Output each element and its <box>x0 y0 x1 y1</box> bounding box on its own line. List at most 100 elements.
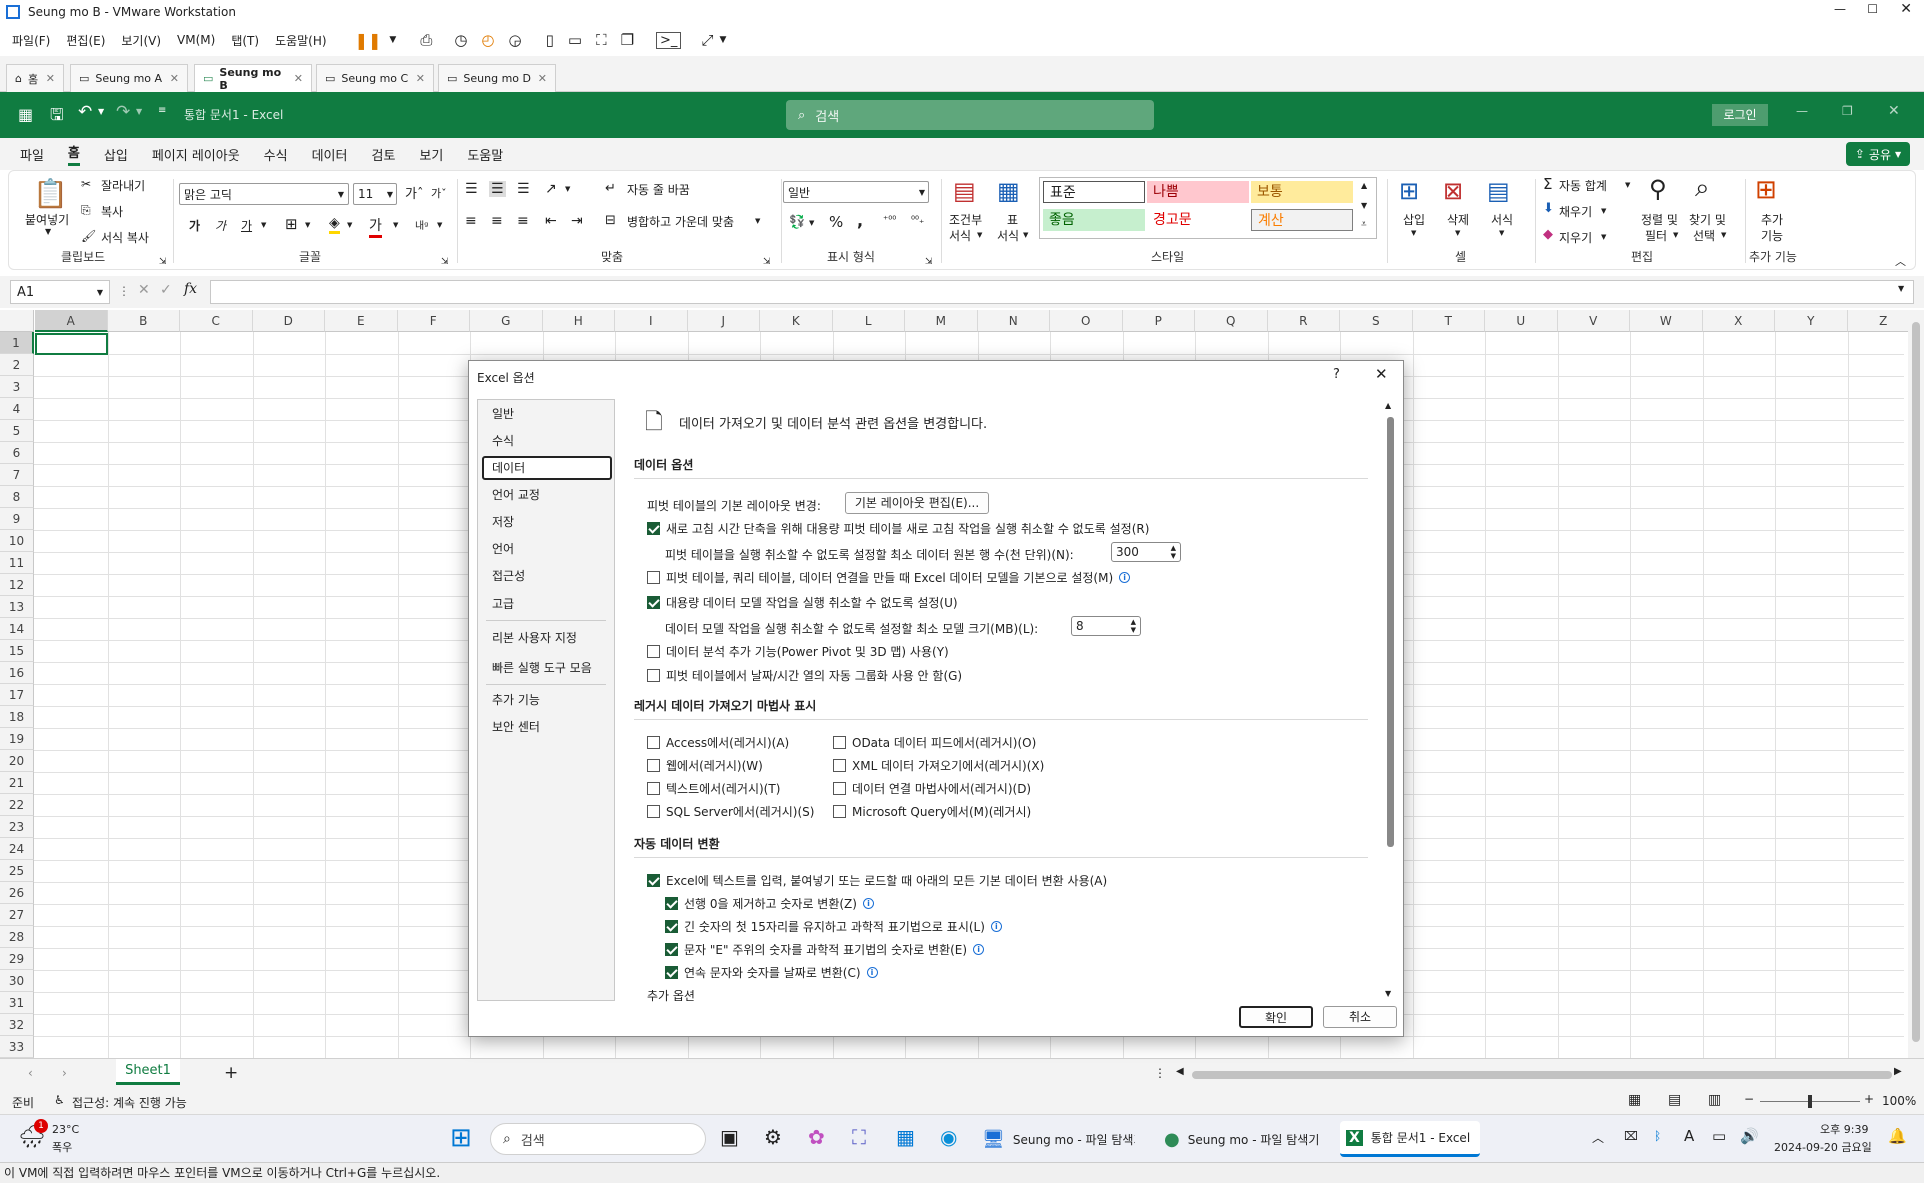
row-header[interactable]: 4 <box>0 398 34 420</box>
nav-data[interactable]: 데이터 <box>482 456 612 480</box>
chevron-down-icon[interactable]: ▼ <box>98 107 104 116</box>
legacy-data-connection[interactable]: 데이터 연결 마법사에서(레거시)(D) <box>833 780 1031 797</box>
prev-sheet-icon[interactable]: ‹ <box>28 1066 33 1080</box>
column-header[interactable]: J <box>687 310 760 332</box>
row-header[interactable]: 1 <box>0 332 34 354</box>
tab-file[interactable]: 파일 <box>20 145 44 164</box>
increase-decimal-icon[interactable]: ⁺⁰⁰ <box>883 215 896 226</box>
copy-icon[interactable]: ⎘ <box>81 203 91 218</box>
row-header[interactable]: 12 <box>0 574 34 596</box>
ok-button[interactable]: 확인 <box>1239 1006 1313 1028</box>
increase-indent-icon[interactable]: ⇥ <box>571 213 583 229</box>
notification-icon[interactable]: 🔔 <box>1888 1127 1907 1145</box>
dialog-launcher-icon[interactable]: ⇲ <box>159 257 167 267</box>
checkbox-unchecked-icon[interactable] <box>647 759 660 772</box>
clear-button[interactable]: 지우기 <box>1559 229 1592 246</box>
auto-conversion-main[interactable]: Excel에 텍스트를 입력, 붙여넣기 또는 로드할 때 아래의 모든 기본 … <box>647 872 1107 889</box>
edge-icon[interactable]: ◉ <box>940 1125 957 1149</box>
row-header[interactable]: 16 <box>0 662 34 684</box>
row-header[interactable]: 17 <box>0 684 34 706</box>
checkbox-checked-icon[interactable] <box>665 920 678 933</box>
column-header[interactable]: G <box>470 310 543 332</box>
taskbar-app-excel[interactable]: X 통합 문서1 - Excel <box>1340 1121 1480 1157</box>
checkbox-checked-icon[interactable] <box>665 943 678 956</box>
gallery-scroll-down-icon[interactable]: ▼ <box>1361 201 1367 210</box>
chevron-down-icon[interactable]: ▼ <box>1601 233 1606 241</box>
border-icon[interactable]: ⊞ <box>285 215 298 233</box>
row-header[interactable]: 25 <box>0 860 34 882</box>
format-painter-button[interactable]: 서식 복사 <box>101 229 149 246</box>
dialog-launcher-icon[interactable]: ⇲ <box>441 257 449 267</box>
tab-formulas[interactable]: 수식 <box>264 145 288 164</box>
chevron-down-icon[interactable]: ▼ <box>347 221 352 229</box>
legacy-odata[interactable]: OData 데이터 피드에서(레거시)(O) <box>833 734 1036 751</box>
find-select-label-1[interactable]: 찾기 및 <box>1689 211 1726 228</box>
checkbox-unchecked-icon[interactable] <box>647 645 660 658</box>
column-header[interactable]: I <box>615 310 688 332</box>
cancel-button[interactable]: 취소 <box>1323 1006 1397 1028</box>
gallery-more-icon[interactable]: ⩡ <box>1361 219 1367 230</box>
network-icon[interactable]: ▭ <box>1712 1127 1726 1145</box>
redo-icon[interactable]: ↷ <box>116 102 130 122</box>
column-header[interactable]: P <box>1122 310 1195 332</box>
info-icon[interactable]: i <box>973 944 985 955</box>
row-header[interactable]: 5 <box>0 420 34 442</box>
accounting-format-icon[interactable]: 💱 <box>789 215 805 230</box>
chevron-down-icon[interactable]: ▼ <box>977 231 982 239</box>
row-header[interactable]: 30 <box>0 970 34 992</box>
style-calculation[interactable]: 계산 <box>1251 209 1353 231</box>
column-header[interactable]: C <box>180 310 253 332</box>
increase-font-icon[interactable]: 가ˆ <box>405 183 423 202</box>
column-header[interactable]: T <box>1412 310 1485 332</box>
zoom-out-icon[interactable]: − <box>1744 1092 1754 1106</box>
close-icon[interactable]: ✕ <box>538 72 547 85</box>
checkbox-unchecked-icon[interactable] <box>647 571 660 584</box>
close-icon[interactable]: ✕ <box>170 72 179 85</box>
row-header[interactable]: 24 <box>0 838 34 860</box>
column-header[interactable]: K <box>760 310 833 332</box>
italic-icon[interactable]: 가 <box>215 217 226 234</box>
conditional-format-icon[interactable]: ▤ <box>953 177 976 205</box>
close-icon[interactable]: ✕ <box>416 72 425 85</box>
chevron-down-icon[interactable]: ▼ <box>719 35 726 45</box>
tab-seung-mo-a[interactable]: ▭ Seung mo A ✕ <box>70 64 188 92</box>
sort-filter-icon[interactable]: ⚲ <box>1649 175 1667 203</box>
zoom-slider[interactable] <box>1760 1095 1860 1108</box>
column-header[interactable]: N <box>977 310 1050 332</box>
task-view-icon[interactable]: ▣ <box>720 1125 739 1149</box>
vm-menu-tab[interactable]: 탭(T) <box>231 32 259 49</box>
tab-insert[interactable]: 삽입 <box>104 145 128 164</box>
copy-button[interactable]: 복사 <box>101 203 123 220</box>
min-model-spinner[interactable]: 8 ▲ ▼ <box>1071 616 1141 636</box>
percent-icon[interactable]: % <box>829 213 843 231</box>
undo-icon[interactable]: ↶ <box>78 102 92 122</box>
chevron-down-icon[interactable]: ▼ <box>1023 231 1028 239</box>
decrease-font-icon[interactable]: 가ˇ <box>431 185 447 201</box>
column-header[interactable]: S <box>1340 310 1413 332</box>
scroll-right-icon[interactable]: ▶ <box>1894 1066 1902 1077</box>
spinner-arrows-icon[interactable]: ▲ ▼ <box>1171 544 1176 560</box>
select-all-corner[interactable] <box>0 310 34 332</box>
style-normal[interactable]: 표준 <box>1043 181 1145 203</box>
merge-center-button[interactable]: 병합하고 가운데 맞춤 <box>627 213 734 230</box>
chevron-down-icon[interactable]: ▼ <box>565 185 570 193</box>
sort-filter-label-2[interactable]: 필터 <box>1645 227 1667 244</box>
column-header[interactable]: Q <box>1195 310 1268 332</box>
fill-button[interactable]: 채우기 <box>1559 203 1592 220</box>
checkbox-unchecked-icon[interactable] <box>833 759 846 772</box>
restore-icon[interactable]: ❐ <box>1842 104 1853 118</box>
row-header[interactable]: 32 <box>0 1014 34 1036</box>
close-icon[interactable]: ✕ <box>294 72 303 85</box>
cut-icon[interactable]: ✂ <box>81 177 91 191</box>
clock-time[interactable]: 오후 9:39 <box>1820 1121 1868 1137</box>
fill-color-icon[interactable]: ◈ <box>329 215 340 234</box>
checkbox-unchecked-icon[interactable] <box>833 782 846 795</box>
row-header[interactable]: 18 <box>0 706 34 728</box>
tab-seung-mo-b[interactable]: ▭ Seung mo B ✕ <box>194 64 312 92</box>
option-undo-data-model[interactable]: 대용량 데이터 모델 작업을 실행 취소할 수 없도록 설정(U) <box>647 594 958 611</box>
chevron-down-icon[interactable]: ▼ <box>1411 229 1416 237</box>
row-header[interactable]: 19 <box>0 728 34 750</box>
chevron-down-icon[interactable]: ▼ <box>755 217 760 225</box>
page-layout-view-icon[interactable]: ▤ <box>1668 1092 1681 1108</box>
legacy-text[interactable]: 텍스트에서(레거시)(T) <box>647 780 780 797</box>
